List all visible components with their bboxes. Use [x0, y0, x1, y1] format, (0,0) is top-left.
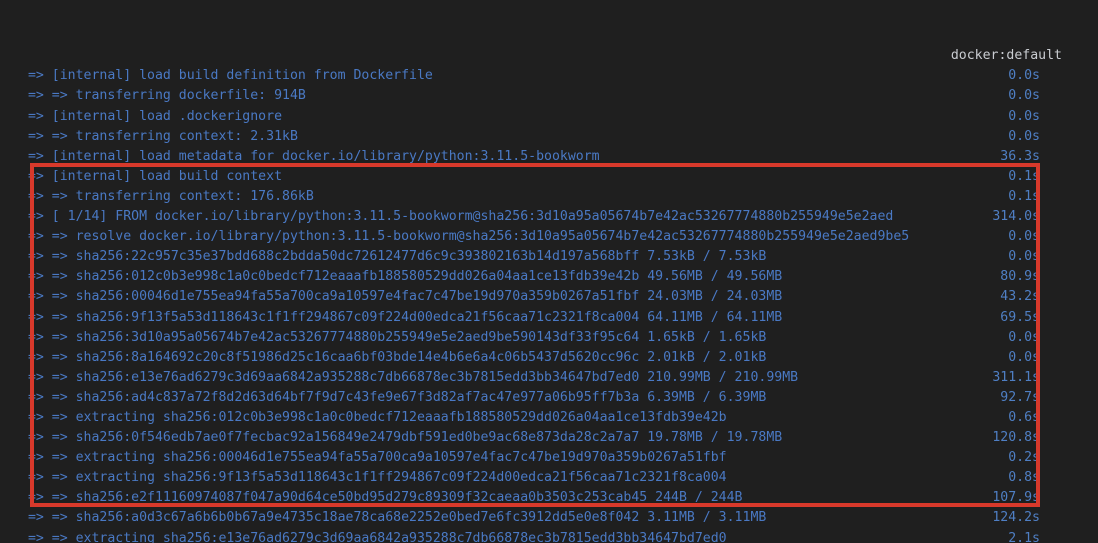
- build-log-duration: 0.1s: [1008, 188, 1040, 204]
- build-log-text: => => sha256:ad4c837a72f8d2d63d64bf7f9d7…: [20, 389, 767, 405]
- build-log-line: => => sha256:22c957c35e37bdd688c2bdda50d…: [0, 247, 1098, 267]
- build-log-duration: 0.0s: [1008, 329, 1040, 345]
- build-log-duration: 0.1s: [1008, 168, 1040, 184]
- builder-label: docker:default: [950, 48, 1062, 64]
- build-log-line: => => sha256:e2f11160974087f047a90d64ce5…: [0, 488, 1098, 508]
- build-log-line: => => extracting sha256:012c0b3e998c1a0c…: [0, 408, 1098, 428]
- build-log-text: => [internal] load metadata for docker.i…: [20, 148, 600, 164]
- build-log-duration: 36.3s: [1000, 148, 1040, 164]
- build-log-duration: 69.5s: [1000, 309, 1040, 325]
- build-log-text: => => sha256:22c957c35e37bdd688c2bdda50d…: [20, 249, 767, 265]
- build-log-line: => => resolve docker.io/library/python:3…: [0, 227, 1098, 247]
- build-log-duration: 2.1s: [1008, 530, 1040, 543]
- build-log-text: => => sha256:012c0b3e998c1a0c0bedcf712ea…: [20, 269, 783, 285]
- terminal-output[interactable]: => => extracting sha256:partial └▸make b…: [0, 0, 1098, 543]
- build-log-line: => => transferring dockerfile: 914B 0.0s: [0, 86, 1098, 106]
- build-log-duration: 0.8s: [1008, 470, 1040, 486]
- build-log-duration: 0.0s: [1008, 128, 1040, 144]
- build-log-line: => => transferring context: 2.31kB 0.0s: [0, 127, 1098, 147]
- build-log-duration: 0.6s: [1008, 409, 1040, 425]
- build-log-line: => => sha256:012c0b3e998c1a0c0bedcf712ea…: [0, 267, 1098, 287]
- build-log-line: => => extracting sha256:00046d1e755ea94f…: [0, 448, 1098, 468]
- build-log-line: => => sha256:3d10a95a05674b7e42ac5326777…: [0, 328, 1098, 348]
- build-log-text: => => transferring context: 176.86kB: [20, 188, 314, 204]
- build-log-duration: 124.2s: [992, 510, 1040, 526]
- build-log-text: => => resolve docker.io/library/python:3…: [20, 229, 910, 245]
- terminal-window: => => extracting sha256:partial └▸make b…: [0, 0, 1098, 543]
- build-log-text: => => extracting sha256:9f13f5a53d118643…: [20, 470, 727, 486]
- build-log-duration: 0.0s: [1008, 249, 1040, 265]
- build-log-line: => => sha256:ad4c837a72f8d2d63d64bf7f9d7…: [0, 388, 1098, 408]
- build-log-lines: => [internal] load build definition from…: [0, 66, 1098, 543]
- build-log-text: => => sha256:00046d1e755ea94fa55a700ca9a…: [20, 289, 783, 305]
- build-log-line: => => sha256:a0d3c67a6b6b0b67a9e4735c18a…: [0, 508, 1098, 528]
- build-log-duration: 0.0s: [1008, 88, 1040, 104]
- build-log-duration: 0.0s: [1008, 349, 1040, 365]
- build-log-line: => [internal] load build definition from…: [0, 66, 1098, 86]
- build-log-line: => => sha256:0f546edb7ae0f7fecbac92a1568…: [0, 428, 1098, 448]
- build-log-line: => => sha256:8a164692c20c8f51986d25c16ca…: [0, 348, 1098, 368]
- build-log-line: => => sha256:00046d1e755ea94fa55a700ca9a…: [0, 287, 1098, 307]
- build-log-duration: 0.0s: [1008, 68, 1040, 84]
- build-log-text: => [ 1/14] FROM docker.io/library/python…: [20, 209, 894, 225]
- build-log-duration: 43.2s: [1000, 289, 1040, 305]
- build-log-text: => => extracting sha256:e13e76ad6279c3d6…: [20, 530, 727, 543]
- build-log-text: => => transferring dockerfile: 914B: [20, 88, 306, 104]
- command-echo-line: docker build -t "vobile/svddb_api:2023.0…: [0, 26, 1098, 46]
- build-log-duration: 0.0s: [1008, 229, 1040, 245]
- build-log-text: => => sha256:a0d3c67a6b6b0b67a9e4735c18a…: [20, 510, 767, 526]
- build-log-text: => => sha256:8a164692c20c8f51986d25c16ca…: [20, 349, 767, 365]
- build-log-text: => => extracting sha256:012c0b3e998c1a0c…: [20, 409, 727, 425]
- build-log-duration: 314.0s: [992, 209, 1040, 225]
- build-log-duration: 107.9s: [992, 490, 1040, 506]
- build-log-duration: 80.9s: [1000, 269, 1040, 285]
- build-log-line: => [internal] load build context 0.1s: [0, 167, 1098, 187]
- build-log-text: => => extracting sha256:00046d1e755ea94f…: [20, 450, 727, 466]
- build-log-line: => => extracting sha256:e13e76ad6279c3d6…: [0, 529, 1098, 543]
- build-log-text: => => sha256:3d10a95a05674b7e42ac5326777…: [20, 329, 767, 345]
- build-log-duration: 120.8s: [992, 430, 1040, 446]
- build-log-line: => => sha256:9f13f5a53d118643c1f1ff29486…: [0, 308, 1098, 328]
- build-log-text: => => sha256:0f546edb7ae0f7fecbac92a1568…: [20, 430, 783, 446]
- build-log-duration: 0.2s: [1008, 450, 1040, 466]
- build-log-line: => => transferring context: 176.86kB 0.1s: [0, 187, 1098, 207]
- building-header-line: [+] Building 436.8s (7/18) docker:defaul…: [0, 46, 1098, 66]
- build-log-line: => [internal] load metadata for docker.i…: [0, 147, 1098, 167]
- build-log-duration: 92.7s: [1000, 389, 1040, 405]
- build-log-text: => [internal] load build definition from…: [20, 68, 433, 84]
- build-log-duration: 0.0s: [1008, 108, 1040, 124]
- build-log-text: => => sha256:e13e76ad6279c3d69aa6842a935…: [20, 369, 799, 385]
- build-log-line: => => extracting sha256:9f13f5a53d118643…: [0, 468, 1098, 488]
- build-log-text: => [internal] load .dockerignore: [20, 108, 283, 124]
- build-log-text: => => sha256:e2f11160974087f047a90d64ce5…: [20, 490, 743, 506]
- build-log-line: => [ 1/14] FROM docker.io/library/python…: [0, 207, 1098, 227]
- shell-prompt-line[interactable]: └▸make build: [0, 6, 1098, 26]
- build-log-line: => => sha256:e13e76ad6279c3d69aa6842a935…: [0, 368, 1098, 388]
- build-log-duration: 311.1s: [992, 369, 1040, 385]
- build-log-text: => => transferring context: 2.31kB: [20, 128, 298, 144]
- build-log-text: => => sha256:9f13f5a53d118643c1f1ff29486…: [20, 309, 783, 325]
- build-log-line: => [internal] load .dockerignore 0.0s: [0, 107, 1098, 127]
- build-log-text: => [internal] load build context: [20, 168, 283, 184]
